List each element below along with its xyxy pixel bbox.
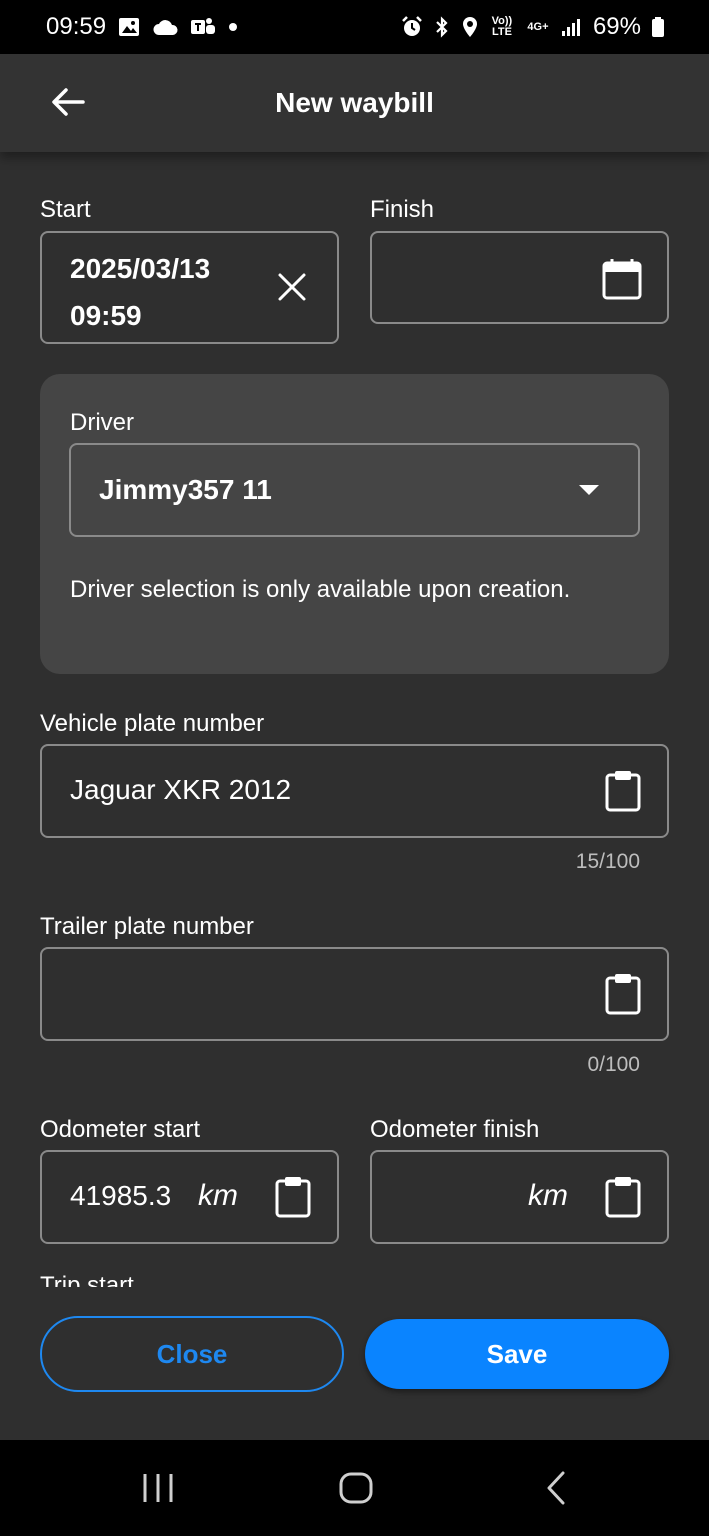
status-left: 09:59 <box>46 13 238 41</box>
vehicle-plate-input[interactable]: Jaguar XKR 2012 <box>40 744 669 838</box>
trailer-plate-counter: 0/100 <box>587 1053 640 1076</box>
close-button[interactable]: Close <box>40 1316 344 1392</box>
start-clear-button[interactable] <box>274 269 310 305</box>
battery-icon <box>651 16 665 38</box>
calendar-icon <box>602 259 642 300</box>
odometer-start-label: Odometer start <box>40 1116 201 1143</box>
form-content[interactable]: Start 2025/03/13 09:59 Finish Driver Jim… <box>0 152 709 1287</box>
odometer-finish-paste-button[interactable] <box>602 1175 644 1219</box>
battery-percent: 69% <box>592 13 641 40</box>
status-right: Vo)) LTE 4G+ 69% <box>401 13 665 41</box>
status-time: 09:59 <box>46 13 107 40</box>
location-icon <box>461 16 479 38</box>
network-4g-icon: 4G+ <box>527 20 549 33</box>
teams-icon <box>190 16 216 38</box>
odometer-finish-input[interactable]: km <box>370 1150 669 1244</box>
finish-field[interactable] <box>370 231 669 324</box>
start-field[interactable]: 2025/03/13 09:59 <box>40 231 339 344</box>
system-back-button[interactable] <box>532 1464 580 1512</box>
page-title: New waybill <box>275 87 434 118</box>
clipboard-icon <box>605 974 641 1015</box>
trailer-plate-paste-button[interactable] <box>602 972 644 1016</box>
close-icon <box>278 273 306 301</box>
start-time: 09:59 <box>70 300 142 331</box>
home-icon <box>339 1472 373 1504</box>
alarm-icon <box>401 16 423 38</box>
driver-note: Driver selection is only available upon … <box>70 576 571 603</box>
recent-apps-icon <box>143 1474 173 1502</box>
odometer-start-unit: km <box>198 1179 238 1212</box>
clipboard-icon <box>605 1177 641 1218</box>
driver-label: Driver <box>70 409 134 436</box>
driver-dropdown[interactable]: Jimmy357 11 <box>69 443 640 537</box>
odometer-start-paste-button[interactable] <box>272 1175 314 1219</box>
cloud-icon <box>152 18 178 36</box>
home-button[interactable] <box>332 1464 380 1512</box>
start-date: 2025/03/13 <box>70 253 211 284</box>
arrow-left-icon <box>52 88 85 116</box>
odometer-finish-label: Odometer finish <box>370 1116 540 1143</box>
trailer-plate-label: Trailer plate number <box>40 913 254 940</box>
odometer-start-input[interactable]: 41985.3 km <box>40 1150 339 1244</box>
clipboard-icon <box>605 771 641 812</box>
trip-start-label: Trip start <box>40 1272 134 1287</box>
driver-dropdown-button[interactable] <box>571 475 607 505</box>
start-value: 2025/03/13 09:59 <box>70 245 210 339</box>
odometer-start-value: 41985.3 <box>70 1180 172 1211</box>
driver-value: Jimmy357 11 <box>99 474 272 505</box>
signal-icon <box>561 17 583 37</box>
driver-card: Driver Jimmy357 11 Driver selection is o… <box>40 374 669 674</box>
dot-icon <box>228 22 238 32</box>
finish-label: Finish <box>370 196 435 223</box>
recent-apps-button[interactable] <box>134 1464 182 1512</box>
finish-calendar-button[interactable] <box>600 257 644 301</box>
save-button[interactable]: Save <box>365 1319 669 1389</box>
odometer-finish-unit: km <box>528 1179 568 1212</box>
start-label: Start <box>40 196 91 223</box>
trailer-plate-input[interactable] <box>40 947 669 1041</box>
screen: 09:59 Vo)) LTE 4G+ 69% New waybill Start… <box>0 0 709 1536</box>
status-bar: 09:59 Vo)) LTE 4G+ 69% <box>0 0 709 54</box>
clipboard-icon <box>275 1177 311 1218</box>
vehicle-plate-value: Jaguar XKR 2012 <box>70 774 292 805</box>
volte-icon: Vo)) LTE <box>491 15 513 38</box>
vehicle-plate-label: Vehicle plate number <box>40 710 265 737</box>
vehicle-plate-paste-button[interactable] <box>602 769 644 813</box>
bluetooth-icon <box>433 16 451 38</box>
action-bar: Close Save <box>0 1287 709 1440</box>
back-button[interactable] <box>44 78 92 126</box>
vehicle-plate-counter: 15/100 <box>575 850 640 873</box>
dropdown-arrow-icon <box>579 485 599 495</box>
system-nav-bar <box>0 1440 709 1536</box>
gallery-icon <box>118 17 140 37</box>
back-nav-icon <box>547 1471 565 1505</box>
app-bar: New waybill <box>0 54 709 152</box>
